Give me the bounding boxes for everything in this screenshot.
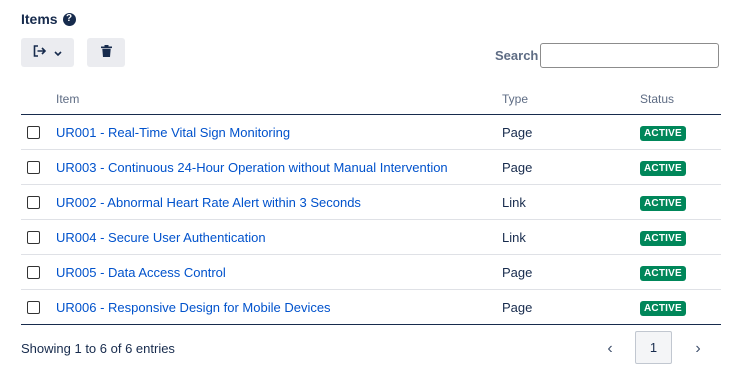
- item-link[interactable]: UR005 - Data Access Control: [56, 265, 226, 280]
- export-dropdown-button[interactable]: [21, 38, 74, 67]
- page-title: Items: [21, 11, 58, 27]
- item-link[interactable]: UR006 - Responsive Design for Mobile Dev…: [56, 300, 331, 315]
- items-table: Item Type Status UR001 - Real-Time Vital…: [21, 84, 721, 325]
- row-checkbox[interactable]: [27, 265, 40, 279]
- item-link[interactable]: UR001 - Real-Time Vital Sign Monitoring: [56, 125, 290, 140]
- next-page-button[interactable]: ›: [690, 340, 706, 358]
- trash-icon: [100, 44, 112, 62]
- table-info: Showing 1 to 6 of 6 entries: [21, 341, 175, 356]
- search-input[interactable]: [540, 43, 719, 68]
- previous-page-button[interactable]: ‹: [602, 340, 618, 358]
- chevron-down-icon: [54, 44, 62, 62]
- row-checkbox[interactable]: [27, 230, 40, 244]
- search-label: Search: [495, 48, 539, 63]
- status-badge: ACTIVE: [640, 265, 686, 281]
- status-badge: ACTIVE: [640, 230, 686, 246]
- item-type: Link: [502, 229, 526, 245]
- status-badge: ACTIVE: [640, 195, 686, 211]
- table-row: UR003 - Continuous 24-Hour Operation wit…: [21, 149, 721, 185]
- item-link[interactable]: UR002 - Abnormal Heart Rate Alert within…: [56, 195, 361, 210]
- section-header: Items ?: [21, 9, 76, 29]
- header-select-column: [21, 84, 56, 115]
- item-type: Link: [502, 194, 526, 210]
- row-checkbox[interactable]: [27, 195, 40, 209]
- table-row: UR006 - Responsive Design for Mobile Dev…: [21, 289, 721, 325]
- item-type: Page: [502, 159, 533, 175]
- item-type: Page: [502, 264, 533, 280]
- item-type: Page: [502, 124, 533, 140]
- item-link[interactable]: UR003 - Continuous 24-Hour Operation wit…: [56, 160, 448, 175]
- table-row: UR002 - Abnormal Heart Rate Alert within…: [21, 184, 721, 220]
- row-checkbox[interactable]: [27, 160, 40, 174]
- status-badge: ACTIVE: [640, 300, 686, 316]
- status-badge: ACTIVE: [640, 160, 686, 176]
- status-badge: ACTIVE: [640, 125, 686, 141]
- row-checkbox[interactable]: [27, 125, 40, 139]
- table-row: UR001 - Real-Time Vital Sign Monitoring …: [21, 114, 721, 150]
- help-icon[interactable]: ?: [62, 12, 76, 26]
- table-row: UR005 - Data Access Control Page ACTIVE: [21, 254, 721, 290]
- column-header-item[interactable]: Item: [56, 84, 502, 115]
- table-header-row: Item Type Status: [21, 84, 721, 115]
- column-header-type[interactable]: Type: [502, 84, 640, 115]
- page-number-button[interactable]: 1: [635, 331, 672, 364]
- item-type: Page: [502, 299, 533, 315]
- row-checkbox[interactable]: [27, 300, 40, 314]
- sign-out-icon: [33, 44, 47, 62]
- table-row: UR004 - Secure User Authentication Link …: [21, 219, 721, 255]
- column-header-status[interactable]: Status: [640, 84, 721, 115]
- delete-button[interactable]: [87, 38, 125, 67]
- item-link[interactable]: UR004 - Secure User Authentication: [56, 230, 266, 245]
